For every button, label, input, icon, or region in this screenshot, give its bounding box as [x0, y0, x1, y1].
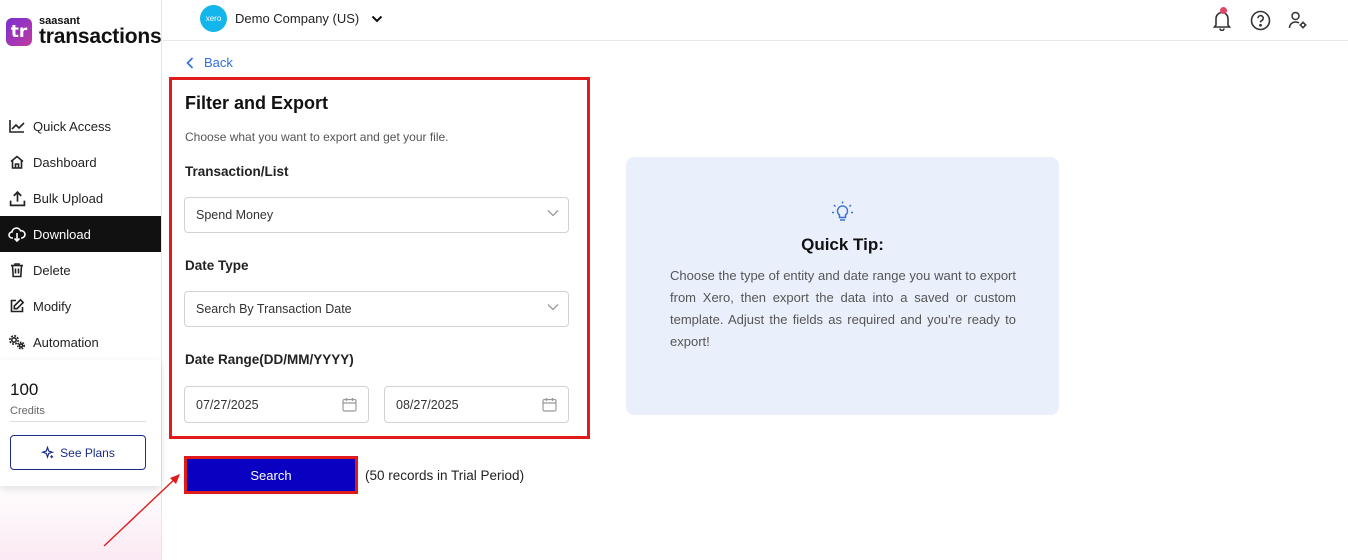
- sidebar-item-modify[interactable]: Modify: [0, 288, 161, 324]
- quick-tip-text: Choose the type of entity and date range…: [670, 268, 1016, 349]
- company-name: Demo Company (US): [235, 11, 360, 26]
- back-link[interactable]: Back: [186, 55, 233, 70]
- cloud-download-icon: [8, 225, 26, 243]
- sidebar-item-download[interactable]: Download: [0, 216, 161, 252]
- filter-export-panel: Filter and Export Choose what you want t…: [169, 77, 590, 439]
- sidebar-item-label: Download: [33, 226, 91, 242]
- transaction-list-label: Transaction/List: [185, 164, 289, 179]
- credits-count: 100: [10, 380, 39, 399]
- date-type-value: Search By Transaction Date: [196, 302, 352, 316]
- see-plans-label: See Plans: [60, 445, 115, 460]
- search-button[interactable]: Search: [187, 459, 355, 491]
- sidebar-item-dashboard[interactable]: Dashboard: [0, 144, 161, 180]
- sidebar-item-delete[interactable]: Delete: [0, 252, 161, 288]
- user-settings-icon: [1288, 11, 1307, 29]
- search-button-highlight: Search: [184, 456, 358, 494]
- company-selector[interactable]: xero Demo Company (US): [200, 5, 383, 32]
- back-label: Back: [204, 55, 233, 70]
- xero-logo: xero: [200, 5, 227, 32]
- sidebar-item-bulk-upload[interactable]: Bulk Upload: [0, 180, 161, 216]
- transaction-list-select[interactable]: Spend Money: [184, 197, 569, 233]
- date-from-value: 07/27/2025: [196, 397, 259, 412]
- calendar-icon[interactable]: [342, 397, 357, 412]
- date-range-label: Date Range(DD/MM/YYYY): [185, 352, 354, 367]
- top-icons: [1198, 6, 1312, 34]
- brand-logo[interactable]: tr saasant transactions: [6, 16, 162, 48]
- sidebar-item-label: Dashboard: [33, 154, 97, 170]
- sidebar-item-label: Delete: [33, 262, 71, 278]
- sidebar-nav: Quick Access Dashboard Bulk Upload Downl…: [0, 108, 161, 360]
- date-type-select[interactable]: Search By Transaction Date: [184, 291, 569, 327]
- date-type-label: Date Type: [185, 258, 249, 273]
- date-to-value: 08/27/2025: [396, 397, 459, 412]
- sidebar-item-label: Automation: [33, 334, 99, 350]
- gears-icon: [8, 333, 26, 351]
- annotation-arrow: [103, 474, 180, 547]
- sidebar-item-label: Modify: [33, 298, 72, 314]
- chevron-down-icon: [372, 15, 383, 22]
- transaction-list-value: Spend Money: [196, 208, 274, 222]
- date-to-input[interactable]: 08/27/2025: [384, 386, 569, 423]
- notification-dot: [1220, 7, 1227, 14]
- help-button[interactable]: [1246, 6, 1274, 34]
- chevron-down-icon: [547, 210, 559, 217]
- user-settings-button[interactable]: [1284, 6, 1312, 34]
- home-icon: [8, 153, 26, 171]
- brand-name: transactions: [39, 25, 162, 48]
- trial-note: (50 records in Trial Period): [365, 468, 525, 483]
- page-title: Filter and Export: [185, 93, 329, 113]
- trash-icon: [8, 261, 26, 279]
- chart-line-icon: [8, 117, 26, 135]
- calendar-icon[interactable]: [542, 397, 557, 412]
- quick-tip-card: Quick Tip: Choose the type of entity and…: [626, 157, 1059, 415]
- sidebar-item-label: Quick Access: [33, 118, 112, 134]
- lightbulb-icon: [832, 201, 853, 221]
- chevron-left-icon: [186, 56, 194, 69]
- brand-icon: tr: [6, 17, 32, 46]
- sparkle-icon: [41, 446, 55, 459]
- credits-label: Credits: [10, 405, 45, 417]
- top-bar: xero Demo Company (US): [163, 0, 1348, 41]
- sidebar-item-automation[interactable]: Automation: [0, 324, 161, 360]
- credits-card: 100 Credits See Plans: [0, 360, 161, 486]
- help-icon: [1250, 10, 1270, 30]
- divider: [10, 421, 146, 422]
- upload-icon: [8, 189, 26, 207]
- sidebar-item-quick-access[interactable]: Quick Access: [0, 108, 161, 144]
- chevron-down-icon: [547, 304, 559, 311]
- notifications-button[interactable]: [1208, 6, 1236, 34]
- date-from-input[interactable]: 07/27/2025: [184, 386, 369, 423]
- quick-tip-title: Quick Tip:: [801, 235, 884, 254]
- edit-icon: [8, 297, 26, 315]
- sidebar-item-label: Bulk Upload: [33, 190, 104, 206]
- page-subtitle: Choose what you want to export and get y…: [185, 130, 449, 144]
- see-plans-button[interactable]: See Plans: [10, 435, 146, 470]
